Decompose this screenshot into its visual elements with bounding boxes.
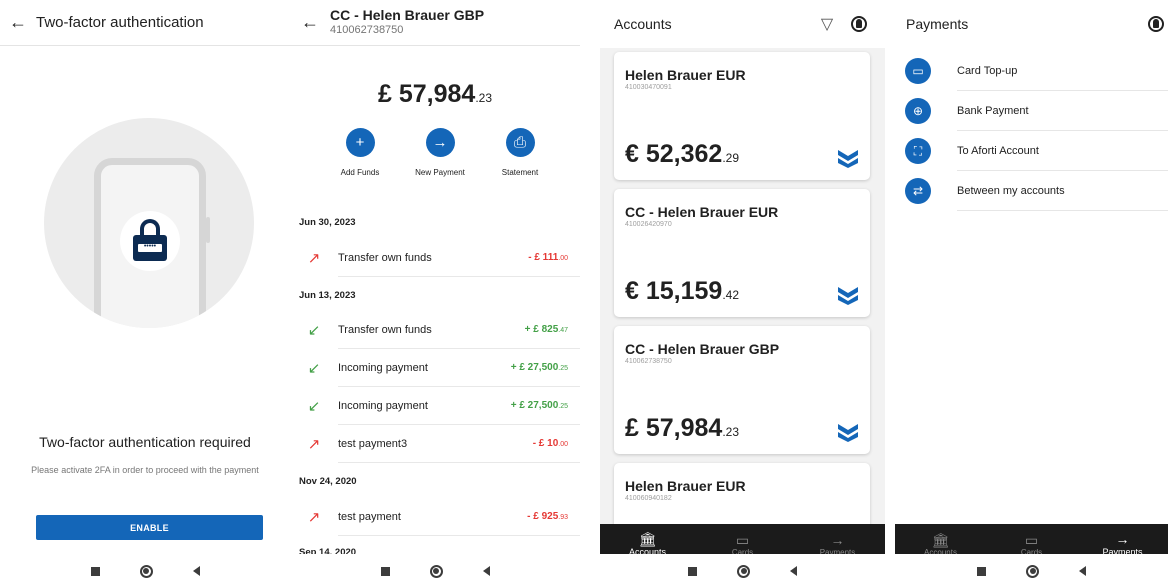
bank-logo-icon [838,150,858,168]
accounts-header: Accounts ▽ [600,0,885,48]
transaction-row[interactable]: ↗ test payment3 - £ 10.00 [290,425,580,463]
transaction-row[interactable]: ↗ test payment - £ 925.93 [290,498,580,536]
lock-icon: ••••• [120,211,180,271]
twofa-screen: ← Two-factor authentication ••••• Two-fa… [0,0,290,588]
incoming-arrow-icon: ↙ [307,360,321,377]
system-navbar [290,554,580,588]
statement-button[interactable]: ⎙ Statement [480,128,560,177]
system-back-icon[interactable] [790,566,797,576]
plus-icon[interactable]: + [345,128,375,157]
payment-option-between-accounts[interactable]: ⇄ Between my accounts [895,171,1168,211]
twofa-heading: Two-factor authentication required [39,434,251,450]
date-header: Jun 30, 2023 [299,217,356,228]
home-icon[interactable] [1026,564,1039,578]
account-card[interactable]: Helen Brauer EUR 410030470091 € 52,362.2… [614,52,870,180]
bank-icon: 🏛 [638,531,657,547]
bank-logo-icon [838,287,858,305]
account-card[interactable]: CC - Helen Brauer EUR 410026420970 € 15,… [614,189,870,317]
profile-icon[interactable] [851,16,867,32]
payment-option-card-topup[interactable]: ▭ Card Top-up [895,51,1168,91]
back-arrow-icon[interactable]: ← [0,12,36,33]
account-header: ← CC - Helen Brauer GBP 410062738750 [290,0,580,46]
account-number: 410062738750 [330,24,404,36]
profile-icon[interactable] [1148,16,1164,32]
outgoing-arrow-icon: ↗ [307,436,321,453]
card-icon: ▭ [735,531,750,548]
globe-icon: ⊕ [905,98,931,124]
account-detail-screen: ← CC - Helen Brauer GBP 410062738750 £ 5… [290,0,580,588]
transaction-row[interactable]: ↙ Incoming payment + £ 27,500.25 [290,349,580,387]
page-title: Payments [906,16,969,32]
outgoing-arrow-icon: ↗ [307,509,321,526]
page-title: Two-factor authentication [36,14,204,31]
recent-apps-icon[interactable] [90,566,100,576]
page-title: Accounts [614,16,672,32]
system-back-icon[interactable] [1079,566,1086,576]
home-icon[interactable] [429,564,443,578]
new-payment-button[interactable]: → New Payment [400,128,480,177]
twofa-header: ← Two-factor authentication [0,0,290,46]
statement-icon[interactable]: ⎙ [505,128,535,157]
incoming-arrow-icon: ↙ [307,398,321,415]
system-back-icon[interactable] [482,566,490,576]
enable-button[interactable]: ENABLE [36,515,263,540]
twofa-message: Please activate 2FA in order to proceed … [31,465,259,475]
exchange-icon: ⇄ [905,178,931,204]
system-navbar [0,554,290,588]
bank-icon: 🏛 [931,531,950,548]
payment-option-to-aforti[interactable]: ⛶ To Aforti Account [895,131,1168,171]
payments-header: Payments [895,0,1168,48]
system-navbar [600,554,885,588]
back-arrow-icon[interactable]: ← [290,12,330,33]
phone-illustration: ••••• [94,158,210,328]
recent-apps-icon[interactable] [688,566,697,576]
add-funds-button[interactable]: + Add Funds [320,128,400,177]
accounts-screen: Accounts ▽ Helen Brauer EUR 410030470091… [600,0,885,588]
outgoing-arrow-icon: ↗ [307,250,321,267]
card-icon: ▭ [1024,531,1039,548]
account-card[interactable]: CC - Helen Brauer GBP 410062738750 £ 57,… [614,326,870,454]
transaction-row[interactable]: ↙ Incoming payment + £ 27,500.25 [290,387,580,425]
transaction-row[interactable]: ↗ Transfer own funds - £ 111.00 [290,239,580,277]
double-arrow-icon[interactable]: → [425,128,455,157]
home-icon[interactable] [737,564,750,578]
card-topup-icon: ▭ [905,58,931,84]
phone-lock-illustration: ••••• [44,118,254,328]
filter-icon[interactable]: ▽ [811,14,843,34]
date-header: Nov 24, 2020 [299,476,357,487]
bank-logo-icon [838,424,858,442]
account-actions: + Add Funds → New Payment ⎙ Statement [320,128,560,177]
incoming-arrow-icon: ↙ [307,322,321,339]
payments-arrow-icon: → [830,531,845,548]
date-header: Jun 13, 2023 [299,290,356,301]
payments-screen: Payments ▭ Card Top-up ⊕ Bank Payment ⛶ … [895,0,1168,588]
account-title: CC - Helen Brauer GBP [330,7,485,23]
payment-option-bank-payment[interactable]: ⊕ Bank Payment [895,91,1168,131]
payments-arrow-icon: → [1115,531,1130,547]
recent-apps-icon[interactable] [380,566,390,576]
system-navbar [895,554,1168,588]
account-balance: £ 57,984.23 [377,80,492,108]
recent-apps-icon[interactable] [977,566,986,576]
user-transfer-icon: ⛶ [905,138,931,164]
system-back-icon[interactable] [192,566,200,576]
home-icon[interactable] [139,564,153,578]
transaction-row[interactable]: ↙ Transfer own funds + £ 825.47 [290,311,580,349]
